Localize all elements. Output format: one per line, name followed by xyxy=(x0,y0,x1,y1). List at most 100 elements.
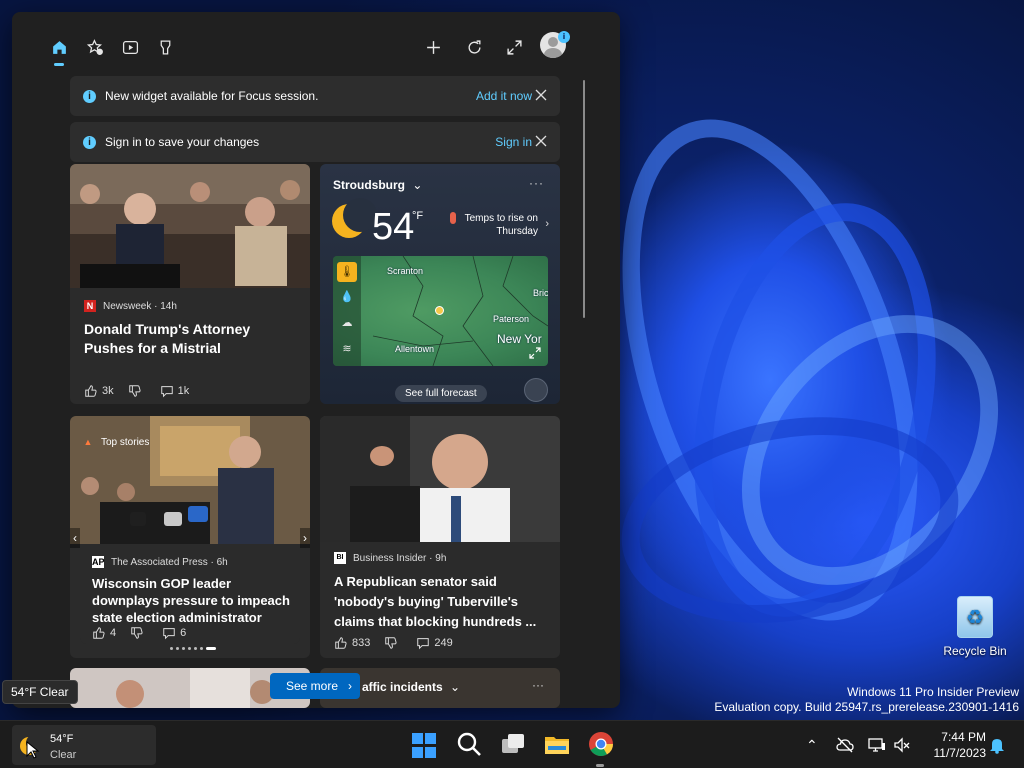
carousel-next-button[interactable]: › xyxy=(300,528,310,548)
network-icon[interactable] xyxy=(868,736,886,754)
add-widget-button[interactable] xyxy=(418,32,448,62)
dislike-button[interactable] xyxy=(128,384,146,398)
wind-layer-icon[interactable]: ≋ xyxy=(340,342,354,356)
thumbs-down-icon xyxy=(131,627,143,639)
news-source: BI Business Insider · 9h xyxy=(334,552,446,564)
pager-dot[interactable] xyxy=(194,647,197,650)
news-card-senator[interactable]: BI Business Insider · 9h A Republican se… xyxy=(320,416,560,658)
traffic-title: affic incidents ⌄ xyxy=(362,680,460,694)
close-icon[interactable] xyxy=(534,134,548,148)
home-tab[interactable] xyxy=(44,32,74,66)
like-button[interactable]: 833 xyxy=(334,636,370,650)
system-clock[interactable]: 7:44 PM 11/7/2023 xyxy=(920,729,987,761)
like-button[interactable]: 3k xyxy=(84,384,114,398)
pager-dot[interactable] xyxy=(170,647,173,650)
top-stories-tag: ▲ Top stories xyxy=(82,436,150,448)
like-button[interactable]: 4 xyxy=(92,626,116,640)
news-headline[interactable]: Donald Trump's Attorney Pushes for a Mis… xyxy=(84,320,300,358)
traffic-label: affic incidents xyxy=(362,680,443,694)
weather-widget[interactable]: Stroudsburg ⌄ ··· 54 °F Temps to rise on… xyxy=(320,164,560,404)
weather-note[interactable]: Temps to rise on Thursday xyxy=(438,212,538,238)
task-view-icon[interactable] xyxy=(500,731,526,757)
thumbs-up-icon xyxy=(93,627,105,639)
news-card-trump[interactable]: N Newsweek · 14h Donald Trump's Attorney… xyxy=(70,164,310,404)
expand-button[interactable] xyxy=(499,32,529,62)
map-label: Paterson xyxy=(493,314,530,324)
games-icon xyxy=(160,39,170,55)
cloud-layer-icon[interactable]: ☁ xyxy=(340,316,354,330)
top-stories-carousel[interactable]: ▲ Top stories ‹ › AP The Associated Pres… xyxy=(70,416,310,658)
watermark-edition: Windows 11 Pro Insider Preview xyxy=(847,685,1019,699)
fire-icon: ▲ xyxy=(83,437,93,447)
pager-dot[interactable] xyxy=(188,647,191,650)
file-explorer-icon[interactable] xyxy=(544,731,570,757)
refresh-button[interactable] xyxy=(459,32,489,62)
close-icon[interactable] xyxy=(534,88,548,102)
games-tab[interactable] xyxy=(150,32,180,62)
more-options-icon[interactable]: ··· xyxy=(529,176,544,190)
dislike-button[interactable] xyxy=(384,636,402,650)
tag-text: Top stories xyxy=(101,436,150,448)
sign-in-banner-message: Sign in to save your changes xyxy=(105,135,260,149)
ap-logo: AP xyxy=(92,556,105,568)
temperature-layer-icon[interactable]: 🌡 xyxy=(337,262,357,282)
pager-dot-current[interactable] xyxy=(206,647,216,650)
home-icon xyxy=(52,40,66,54)
recycle-bin[interactable]: ♻ Recycle Bin xyxy=(940,596,1010,658)
add-it-now-link[interactable]: Add it now xyxy=(476,89,532,103)
carousel-pager[interactable] xyxy=(170,647,219,650)
comment-count: 249 xyxy=(434,637,453,649)
search-icon[interactable] xyxy=(456,731,482,757)
sign-in-link[interactable]: Sign in xyxy=(495,135,532,149)
comment-button[interactable]: 1k xyxy=(160,384,189,398)
expand-icon xyxy=(506,39,522,55)
see-more-button[interactable]: See more › xyxy=(270,673,360,699)
widgets-toolbar xyxy=(12,32,620,66)
focus-banner-message: New widget available for Focus session. xyxy=(105,89,319,103)
news-photo xyxy=(320,416,560,542)
map-label: New Yor xyxy=(497,332,542,346)
chevron-down-icon: ⌄ xyxy=(450,680,461,694)
news-headline[interactable]: Wisconsin GOP leader downplays pressure … xyxy=(92,575,298,626)
precipitation-layer-icon[interactable]: 💧 xyxy=(340,290,354,304)
chrome-icon[interactable] xyxy=(588,731,614,757)
weather-location[interactable]: Stroudsburg ⌄ xyxy=(333,178,422,192)
weather-map[interactable]: 🌡 💧 ☁ ≋ Scranton Bric Paterson New Yor A… xyxy=(333,256,548,366)
following-tab[interactable] xyxy=(80,32,110,62)
taskbar-weather-button[interactable]: 54°F Clear xyxy=(12,725,156,765)
source-text: Business Insider · 9h xyxy=(353,552,447,564)
thumbs-down-icon xyxy=(128,385,141,397)
news-headline[interactable]: A Republican senator said 'nobody's buyi… xyxy=(334,572,552,632)
taskbar-weather-condition: Clear xyxy=(50,749,77,761)
see-full-forecast-button[interactable]: See full forecast xyxy=(395,385,487,402)
onedrive-offline-icon[interactable] xyxy=(836,736,854,754)
expand-map-icon[interactable] xyxy=(528,346,542,360)
start-button[interactable] xyxy=(412,733,438,759)
moon-icon xyxy=(332,198,377,238)
plus-icon xyxy=(426,40,440,54)
weather-badge-icon[interactable] xyxy=(524,378,548,402)
location-pin-icon xyxy=(435,306,444,315)
more-options-icon[interactable]: ··· xyxy=(532,678,544,692)
taskbar: 54°F Clear ⌃ 7:44 PM 11/7/2023 xyxy=(0,720,1024,768)
pager-dot[interactable] xyxy=(176,647,179,650)
panel-scrollbar[interactable] xyxy=(583,80,585,318)
pager-dot[interactable] xyxy=(200,647,203,650)
chrome-running-indicator xyxy=(596,764,604,767)
location-name: Stroudsburg xyxy=(333,178,405,192)
comment-icon xyxy=(163,628,175,640)
weather-temperature: 54 xyxy=(372,206,415,248)
notification-bell-icon[interactable] xyxy=(988,736,1006,754)
comment-button[interactable]: 249 xyxy=(416,636,453,650)
chevron-up-icon[interactable]: ⌃ xyxy=(806,736,824,754)
clock-time: 7:44 PM xyxy=(941,730,986,744)
carousel-prev-button[interactable]: ‹ xyxy=(70,528,80,548)
comment-button[interactable]: 6 xyxy=(162,626,186,640)
watermark-build: Evaluation copy. Build 25947.rs_prerelea… xyxy=(714,700,1019,714)
comment-icon xyxy=(417,638,430,650)
pager-dot[interactable] xyxy=(182,647,185,650)
video-tab[interactable] xyxy=(115,32,145,62)
chevron-right-icon[interactable]: › xyxy=(545,218,549,230)
dislike-button[interactable] xyxy=(130,626,148,640)
volume-muted-icon[interactable] xyxy=(893,736,911,754)
